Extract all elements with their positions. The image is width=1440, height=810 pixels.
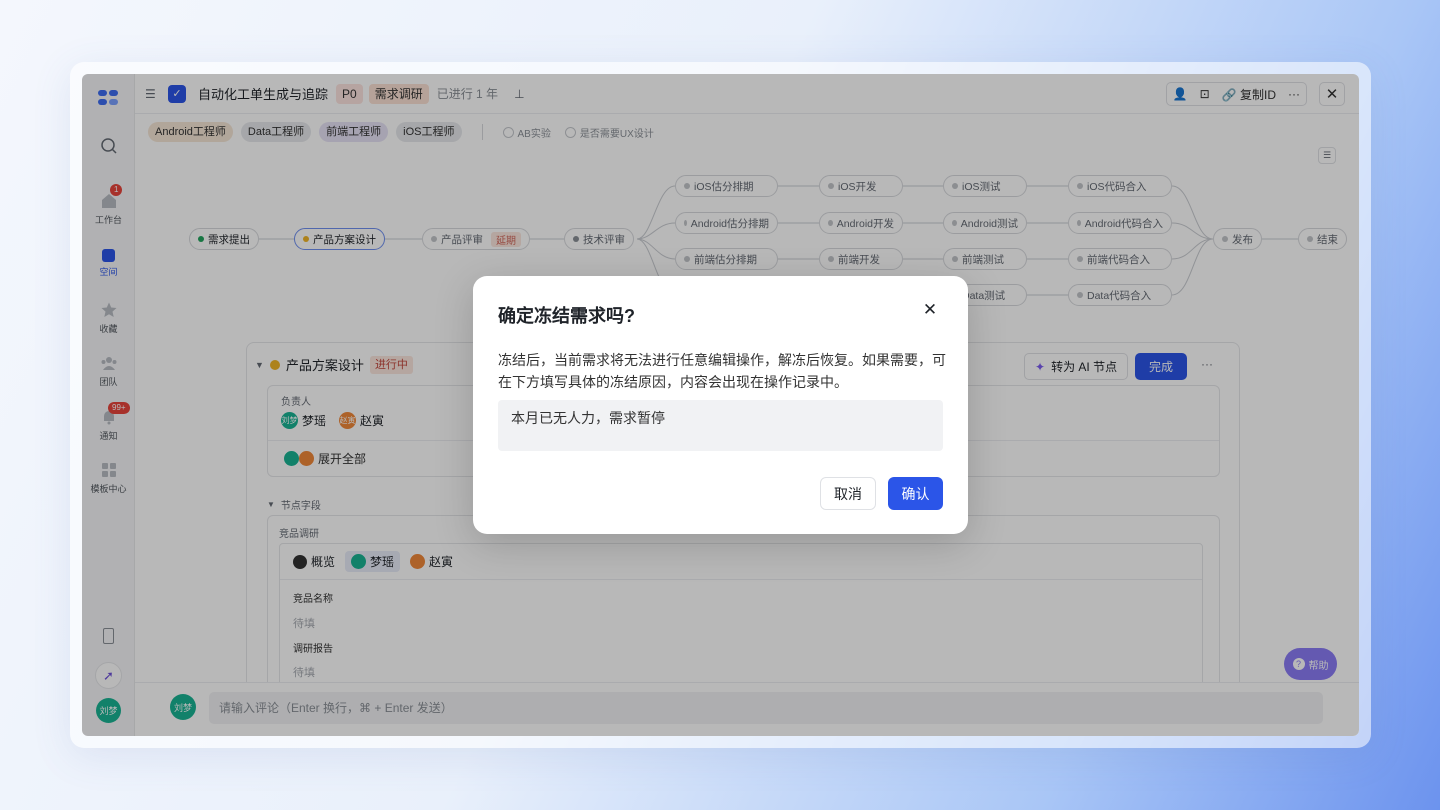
freeze-confirm-dialog: 确定冻结需求吗? ✕ 冻结后，当前需求将无法进行任意编辑操作，解冻后恢复。如果需… <box>473 276 968 534</box>
dialog-body: 冻结后，当前需求将无法进行任意编辑操作，解冻后恢复。如果需要，可在下方填写具体的… <box>498 352 946 390</box>
confirm-button[interactable]: 确认 <box>888 477 943 510</box>
freeze-reason-input[interactable]: 本月已无人力，需求暂停 <box>498 400 943 451</box>
cancel-button[interactable]: 取消 <box>820 477 876 510</box>
dialog-title: 确定冻结需求吗? <box>498 306 635 326</box>
reason-text: 本月已无人力，需求暂停 <box>511 410 665 426</box>
dialog-close-icon[interactable]: ✕ <box>922 301 938 318</box>
